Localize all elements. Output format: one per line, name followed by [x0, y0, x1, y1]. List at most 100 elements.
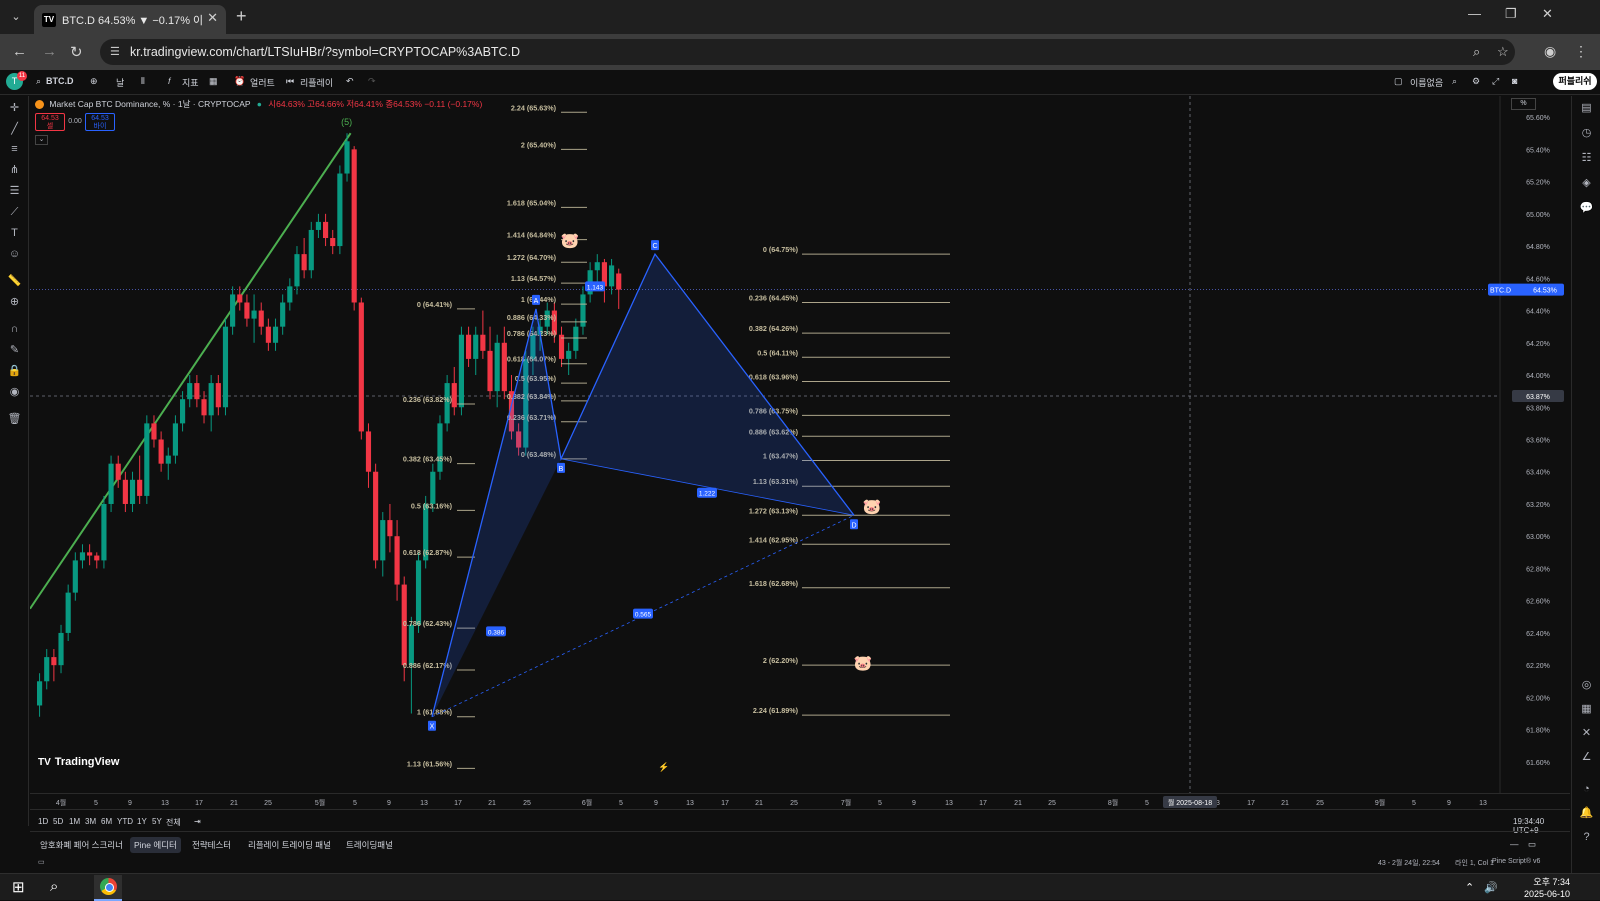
- candle-style-icon[interactable]: ⫴: [141, 76, 145, 87]
- range-5d[interactable]: 5D: [53, 817, 63, 826]
- alerts-button[interactable]: 얼러트: [250, 76, 275, 89]
- chat-icon[interactable]: 💬: [1579, 201, 1594, 216]
- zoom-icon[interactable]: ⌕: [1473, 44, 1480, 60]
- system-clock[interactable]: 오후 7:34 2025-06-10: [1524, 876, 1570, 900]
- price-chart-svg[interactable]: 65.60% 65.40% 65.20% 65.00% 64.80% 64.60% 64.4…: [30, 96, 1570, 793]
- tab-trading-panel[interactable]: 트레이딩패널: [342, 837, 397, 853]
- layout-name-button[interactable]: 이름없음: [1410, 76, 1443, 89]
- range-all[interactable]: 전체: [166, 817, 181, 828]
- site-info-icon[interactable]: ☰: [110, 45, 124, 59]
- layers-icon[interactable]: ◈: [1579, 176, 1594, 191]
- range-1d[interactable]: 1D: [38, 817, 48, 826]
- magnet-icon[interactable]: ∩: [7, 322, 22, 337]
- alerts-clock-icon[interactable]: ◷: [1579, 126, 1594, 141]
- tray-chevron-icon[interactable]: ⌃: [1465, 881, 1474, 894]
- range-6m[interactable]: 6M: [101, 817, 112, 826]
- console-icon[interactable]: ▭: [38, 858, 45, 866]
- bell-icon[interactable]: 🔔: [1579, 806, 1594, 821]
- undo-icon[interactable]: ↶: [346, 76, 354, 87]
- tab-crypto-screener[interactable]: 암호화폐 페어 스크리너: [36, 837, 127, 853]
- layout-templates-icon[interactable]: ▦: [209, 76, 218, 87]
- layout-icon[interactable]: ▢: [1394, 76, 1403, 87]
- range-1m[interactable]: 1M: [69, 817, 80, 826]
- browser-tab[interactable]: TV BTC.D 64.53% ▼ −0.17% 이름 ✕: [34, 5, 226, 34]
- forward-icon[interactable]: →: [42, 43, 57, 60]
- trend-line-icon[interactable]: ╱: [7, 122, 22, 137]
- profile-icon[interactable]: ◉: [1544, 43, 1556, 60]
- trash-icon[interactable]: 🗑: [7, 412, 22, 427]
- legend-title[interactable]: Market Cap BTC Dominance, % · 1날 · CRYPT…: [49, 99, 250, 109]
- network-icon[interactable]: ✕: [1579, 726, 1594, 741]
- horizontal-lines-icon[interactable]: ≡: [7, 142, 22, 157]
- indicators-icon[interactable]: 𝑓: [168, 76, 171, 87]
- back-icon[interactable]: ←: [12, 43, 27, 60]
- range-3m[interactable]: 3M: [85, 817, 96, 826]
- broadcast-icon[interactable]: ◔: [1579, 782, 1594, 797]
- interval-button[interactable]: 날: [116, 76, 124, 89]
- tab-close-icon[interactable]: ✕: [207, 10, 218, 26]
- legend-collapse-chevron-icon[interactable]: ⌄: [35, 135, 48, 145]
- tab-search-chevron-icon[interactable]: ⌄: [6, 7, 26, 27]
- calendar-icon[interactable]: ▦: [1579, 702, 1594, 717]
- compare-add-icon[interactable]: ⊕: [90, 76, 98, 87]
- replay-icon[interactable]: ⏮: [286, 76, 294, 87]
- hide-eye-icon[interactable]: ◉: [7, 385, 22, 400]
- help-icon[interactable]: ?: [1579, 830, 1594, 845]
- window-close-icon[interactable]: ✕: [1542, 6, 1553, 22]
- panel-maximize-icon[interactable]: ▭: [1524, 837, 1540, 852]
- candle-body: [616, 273, 622, 290]
- time-axis[interactable]: 4월 5 9 13 17 21 25 5월 5 9 13 17 21 25 6월 5 9 13 17 21 25 7월 5 9…: [30, 793, 1570, 809]
- buy-button[interactable]: 64.53 바이: [85, 113, 115, 131]
- publish-button[interactable]: 퍼블리쉬: [1553, 73, 1597, 90]
- zoom-in-icon[interactable]: ⊕: [7, 295, 22, 310]
- watchlist-icon[interactable]: ▤: [1579, 101, 1594, 116]
- settings-gear-icon[interactable]: ⚙: [1472, 76, 1480, 87]
- quick-search-icon[interactable]: ⌕: [1452, 76, 1457, 87]
- volume-icon[interactable]: 🔊: [1484, 881, 1498, 894]
- restore-icon[interactable]: ❐: [1505, 6, 1517, 22]
- candle-body: [373, 471, 379, 561]
- range-1y[interactable]: 1Y: [137, 817, 147, 826]
- crosshair-icon[interactable]: ✛: [7, 101, 22, 116]
- tab-replay-trading[interactable]: 리플레이 트레이딩 패널: [244, 837, 335, 853]
- address-bar[interactable]: ☰ kr.tradingview.com/chart/LTSIuHBr/?sym…: [100, 39, 1515, 65]
- tab-pine-editor[interactable]: Pine 에디터: [130, 837, 181, 853]
- alert-clock-icon[interactable]: ⏰: [234, 76, 245, 87]
- ruler-icon[interactable]: 📏: [7, 274, 22, 289]
- browser-menu-icon[interactable]: ⋮: [1574, 43, 1588, 60]
- search-icon[interactable]: ⌕: [50, 878, 58, 895]
- goto-date-icon[interactable]: ⇥: [194, 817, 201, 826]
- symbol-search-icon[interactable]: ⌕: [36, 76, 41, 87]
- object-tree-icon[interactable]: ☷: [1579, 151, 1594, 166]
- snapshot-camera-icon[interactable]: ◙: [1512, 76, 1517, 86]
- range-ytd[interactable]: YTD: [117, 817, 133, 826]
- text-tool-icon[interactable]: T: [7, 226, 22, 241]
- tab-strategy-tester[interactable]: 전략테스터: [188, 837, 235, 853]
- lock-icon[interactable]: 🔒: [7, 364, 22, 379]
- range-5y[interactable]: 5Y: [152, 817, 162, 826]
- candle-body: [323, 221, 329, 239]
- indicators-button[interactable]: 지표: [182, 76, 199, 89]
- chart-icon[interactable]: ∠: [1579, 750, 1594, 765]
- chart-pane[interactable]: 65.60% 65.40% 65.20% 65.00% 64.80% 64.60% 64.4…: [30, 96, 1570, 793]
- bookmark-star-icon[interactable]: ☆: [1497, 44, 1509, 60]
- ideas-icon[interactable]: ◎: [1579, 678, 1594, 693]
- redo-icon[interactable]: ↷: [368, 76, 376, 87]
- pattern-icon[interactable]: ⟋: [7, 205, 22, 220]
- fullscreen-icon[interactable]: ⤢: [1492, 76, 1499, 87]
- windows-start-icon[interactable]: ⊞: [12, 878, 25, 896]
- percent-scale-button[interactable]: %: [1511, 98, 1536, 110]
- symbol-search-button[interactable]: BTC.D: [46, 76, 74, 86]
- keep-drawing-icon[interactable]: ✎: [7, 343, 22, 358]
- chrome-app-icon[interactable]: [94, 875, 122, 901]
- reload-icon[interactable]: ↻: [70, 43, 83, 61]
- sell-button[interactable]: 64.53 셀: [35, 113, 65, 131]
- minimize-icon[interactable]: —: [1468, 6, 1481, 21]
- status-pine-version[interactable]: Pine Script® v6: [1492, 858, 1540, 865]
- panel-minimize-icon[interactable]: —: [1506, 837, 1523, 851]
- emoji-icon[interactable]: ☺: [7, 247, 22, 262]
- new-tab-button[interactable]: +: [236, 6, 247, 27]
- fib-retracement-icon[interactable]: ☰: [7, 184, 22, 199]
- replay-button[interactable]: 리플레이: [300, 76, 333, 89]
- pitchfork-icon[interactable]: ⋔: [7, 163, 22, 178]
